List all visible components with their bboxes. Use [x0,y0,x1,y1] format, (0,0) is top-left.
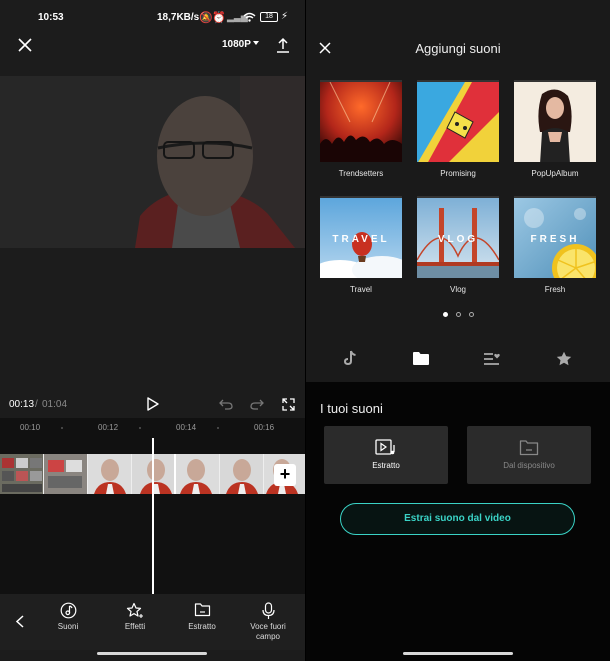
folder-icon[interactable] [411,348,431,368]
album-promising[interactable]: Promising [417,80,499,178]
album-fresh[interactable]: FRESH Fresh [514,196,596,294]
playhead[interactable] [152,438,154,594]
album-cover: TRAVEL [320,196,402,278]
video-frame-image [0,76,305,248]
button-label: Estratto [372,461,400,470]
page-dot[interactable] [455,312,461,317]
album-cover: FRESH [514,196,596,278]
status-network-speed: 18,7KB/s [157,12,200,23]
album-cover-title: TRAVEL [332,234,390,245]
album-cover [514,80,596,162]
current-time: 00:13 [9,399,35,410]
video-music-icon [324,439,448,456]
clip-thumbnail [176,454,220,494]
album-name: Promising [440,169,476,178]
resolution-selector[interactable]: 1080P [222,39,251,50]
album-name: Fresh [544,285,566,294]
close-icon[interactable] [16,36,34,54]
from-device-button[interactable]: Dal dispositivo [467,426,591,484]
tool-label: Suoni [57,622,79,631]
tool-extracted-button[interactable]: Estratto [172,602,232,632]
timeline-tick: 00:12 [98,423,119,432]
album-cover-title: FRESH [530,234,580,245]
fullscreen-icon[interactable] [280,396,296,412]
tool-label: Effetti [124,622,146,631]
music-note-icon [38,602,98,620]
album-cover: VLOG [417,196,499,278]
album-cover [417,80,499,162]
tool-label: Estratto [188,622,216,631]
chevron-down-icon[interactable] [253,41,259,45]
your-sounds-section: I tuoi suoni Estratto Dal dispositivo Es… [306,382,610,661]
section-title: I tuoi suoni [320,401,383,416]
timeline[interactable]: 00:10 00:12 00:14 00:16 + [0,418,305,594]
timeline-tick: 00:16 [254,423,275,432]
time-separator: / [35,399,38,410]
timeline-tick: 00:10 [20,423,41,432]
redo-icon[interactable] [249,396,265,412]
folder-icon [467,439,591,456]
timeline-tick: 00:14 [176,423,197,432]
tool-effects-button[interactable]: Effetti [105,602,165,632]
album-cover-title: VLOG [437,234,479,245]
page-title: Aggiungi suoni [415,41,501,56]
home-indicator[interactable] [97,652,207,655]
folder-icon [172,602,232,620]
timeline-tick-dot [217,427,219,429]
page-dot[interactable] [468,312,474,317]
mute-bell-icon: 🔕 [199,12,213,24]
extracted-sounds-button[interactable]: Estratto [324,426,448,484]
home-indicator[interactable] [403,652,513,655]
microphone-icon [238,602,298,620]
album-popupalbum[interactable]: PopUpAlbum [514,80,596,178]
wifi-icon [243,12,256,22]
album-name: Travel [350,285,372,294]
bottom-toolbar: Suoni Effetti Estratto Voce fuori campo [0,594,305,650]
page-indicator [306,312,610,317]
tool-voiceover-button[interactable]: Voce fuori campo [238,602,298,642]
album-travel[interactable]: TRAVEL Travel [320,196,402,294]
charging-icon: ⚡ [281,11,289,22]
total-time: 01:04 [42,399,68,410]
video-preview-frame[interactable] [0,76,305,248]
clip-thumbnail [132,454,176,494]
back-chevron-icon[interactable] [12,612,28,630]
play-icon[interactable] [145,396,161,412]
undo-icon[interactable] [218,396,234,412]
extract-audio-from-video-button[interactable]: Estrai suono dal video [340,503,575,535]
add-sounds-screen: Aggiungi suoni Trendsetters Promising Po… [306,0,610,661]
tool-label: Voce fuori campo [250,622,286,641]
alarm-icon: ⏰ [212,12,226,24]
timeline-tick-dot [139,427,141,429]
add-clip-button[interactable]: + [274,464,296,486]
button-label: Dal dispositivo [503,461,555,470]
video-editor-screen: 10:53 18,7KB/s 🔕 ⏰ ▂▃▅ 18 ⚡ 1080P 00:13 … [0,0,305,661]
star-icon[interactable] [554,348,574,368]
album-name: Trendsetters [338,169,384,178]
album-name: PopUpAlbum [531,169,579,178]
star-sparkle-icon [105,602,165,620]
clip-thumbnail [220,454,264,494]
tool-sounds-button[interactable]: Suoni [38,602,98,632]
album-trendsetters[interactable]: Trendsetters [320,80,402,178]
export-upload-icon[interactable] [275,36,291,54]
album-vlog[interactable]: VLOG Vlog [417,196,499,294]
status-time: 10:53 [38,12,64,23]
page-dot-active[interactable] [442,312,448,317]
clip-thumbnail [44,454,88,494]
status-bar: 10:53 18,7KB/s 🔕 ⏰ ▂▃▅ 18 ⚡ [0,10,305,26]
tiktok-icon[interactable] [340,348,360,368]
clip-thumbnail [88,454,132,494]
timeline-tick-dot [61,427,63,429]
clip-thumbnail [0,454,44,494]
battery-indicator: 18 [260,12,278,22]
album-name: Vlog [449,285,466,294]
playlist-heart-icon[interactable] [482,348,502,368]
album-cover [320,80,402,162]
